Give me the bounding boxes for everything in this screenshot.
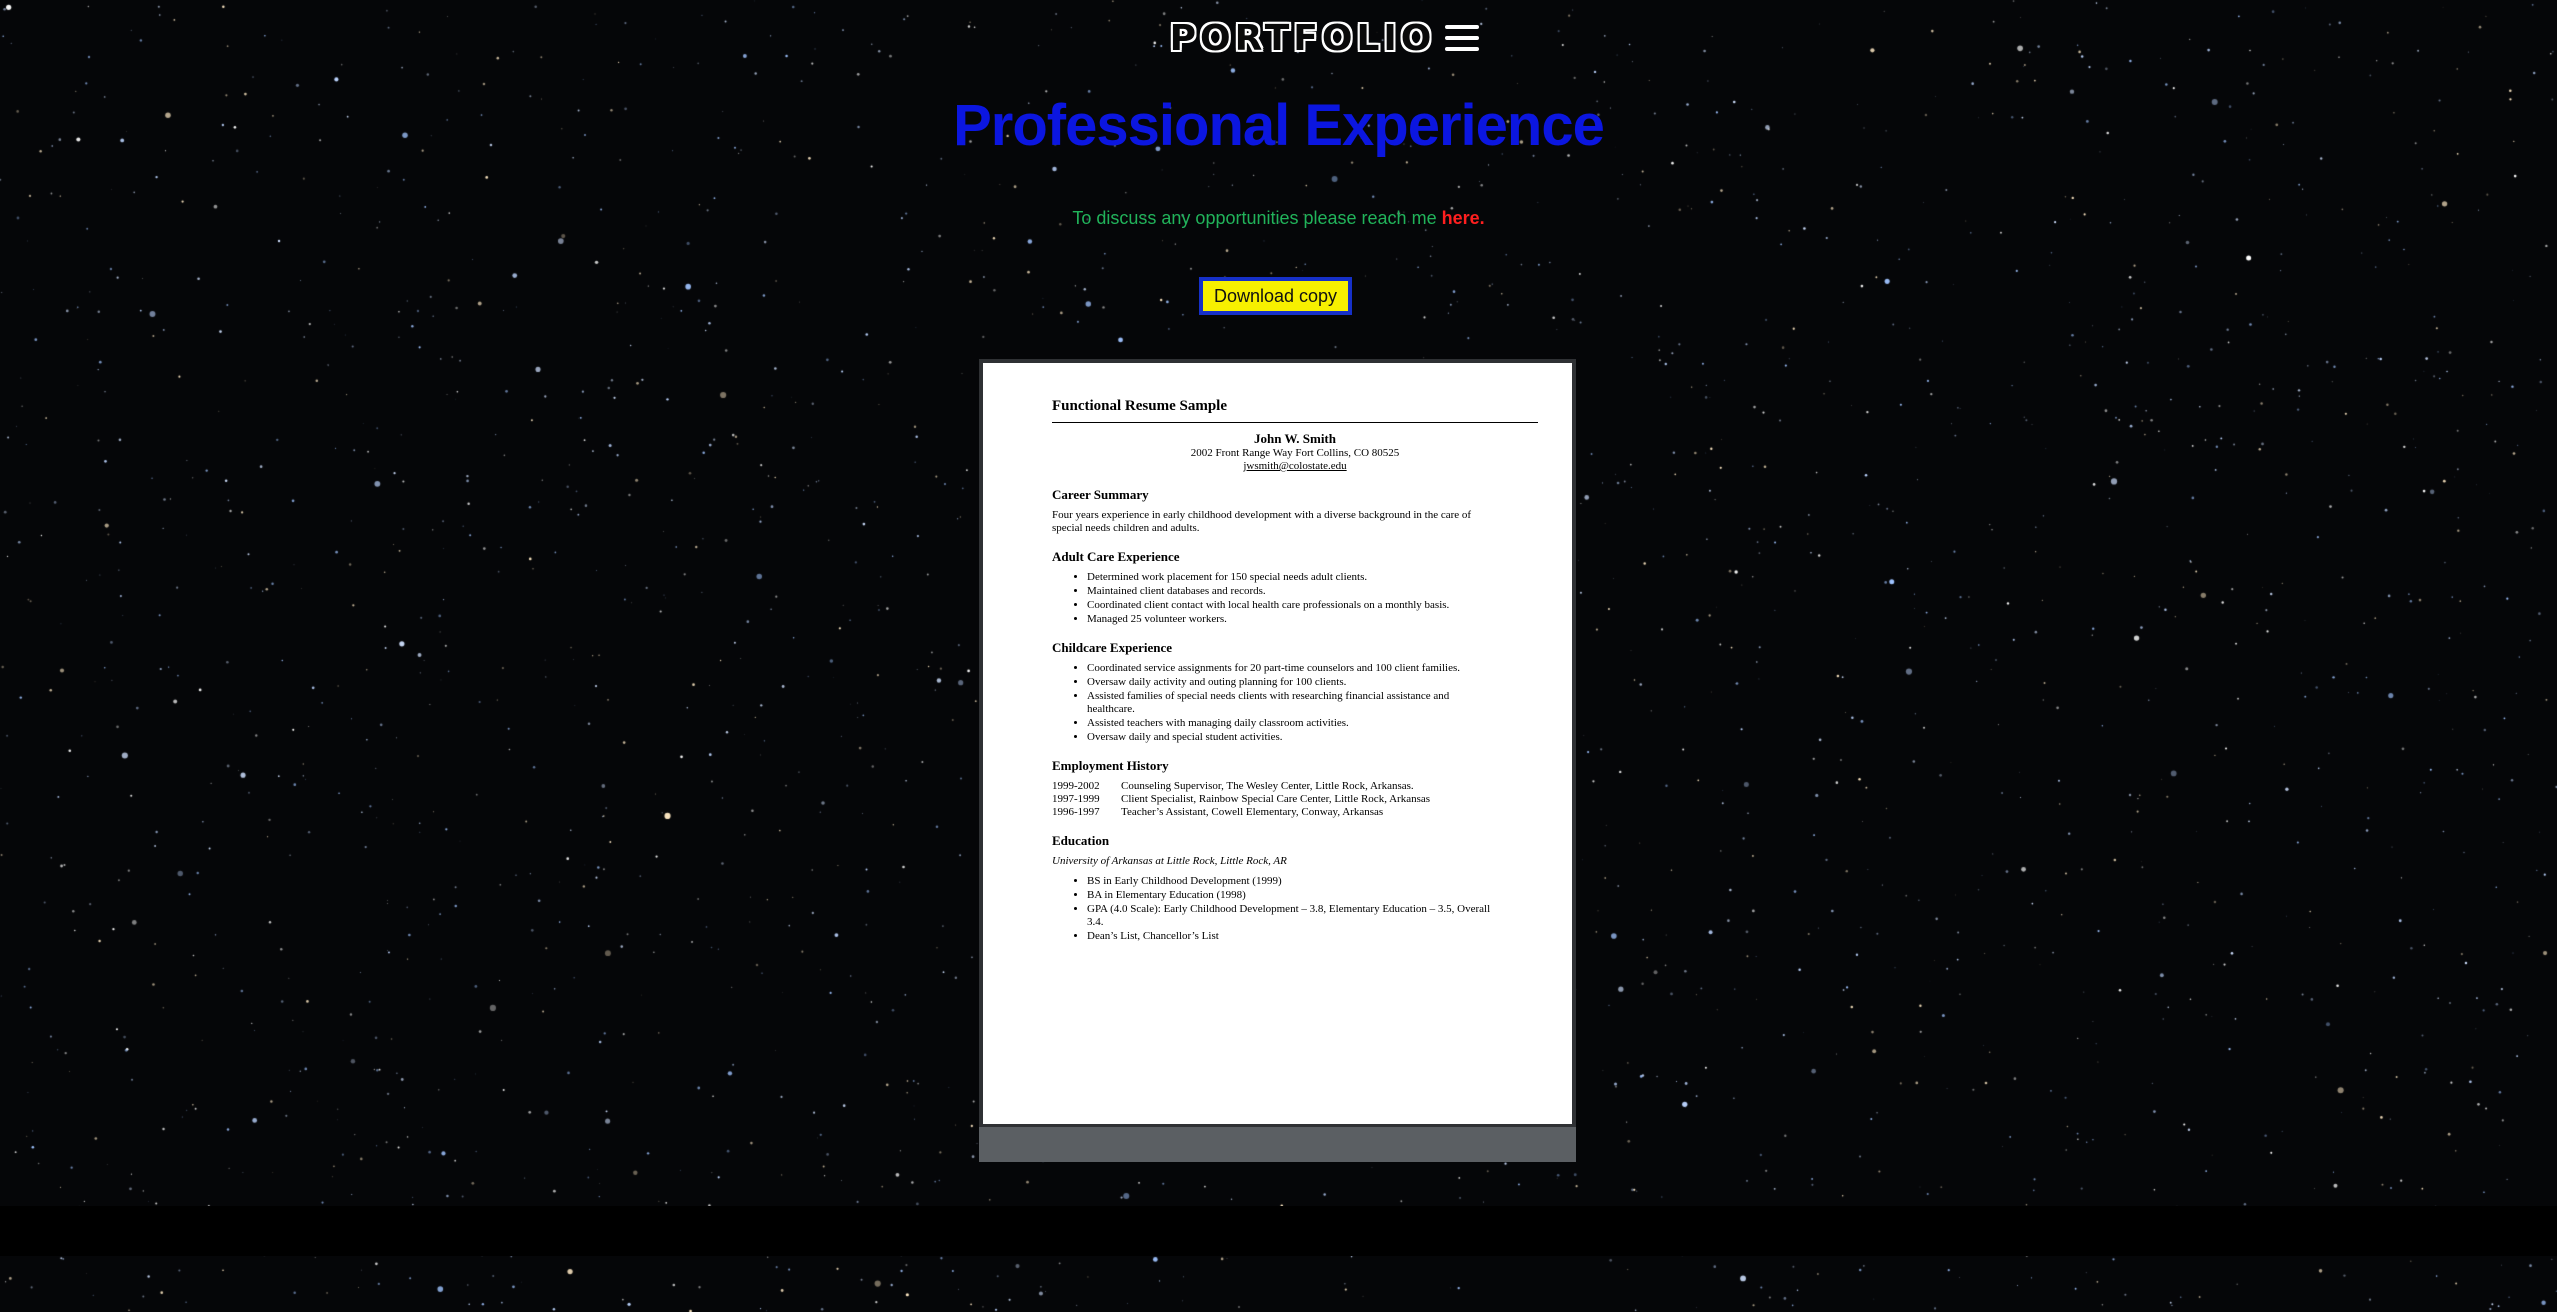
list-item: Managed 25 volunteer workers. bbox=[1087, 613, 1492, 626]
childcare-list: Coordinated service assignments for 20 p… bbox=[1052, 662, 1538, 744]
list-item: Assisted teachers with managing daily cl… bbox=[1087, 717, 1492, 730]
employment-row: 1996-1997 Teacher’s Assistant, Cowell El… bbox=[1052, 806, 1538, 819]
page-title: Professional Experience bbox=[953, 93, 1605, 158]
career-summary-heading: Career Summary bbox=[1052, 487, 1149, 502]
contact-line: To discuss any opportunities please reac… bbox=[0, 208, 2557, 229]
list-item: Assisted families of special needs clien… bbox=[1087, 690, 1492, 716]
list-item: Maintained client databases and records. bbox=[1087, 585, 1492, 598]
employment-list: 1999-2002 Counseling Supervisor, The Wes… bbox=[1052, 780, 1538, 819]
list-item: Coordinated service assignments for 20 p… bbox=[1087, 662, 1492, 675]
list-item: Oversaw daily activity and outing planni… bbox=[1087, 676, 1492, 689]
employment-role: Counseling Supervisor, The Wesley Center… bbox=[1121, 780, 1414, 792]
resume-email-line: jwsmith@colostate.edu bbox=[1052, 460, 1538, 473]
list-item: BS in Early Childhood Development (1999) bbox=[1087, 875, 1492, 888]
employment-role: Teacher’s Assistant, Cowell Elementary, … bbox=[1121, 806, 1384, 818]
employment-history-heading: Employment History bbox=[1052, 758, 1169, 773]
resume-page: Functional Resume Sample John W. Smith 2… bbox=[983, 363, 1572, 1124]
list-item: Determined work placement for 150 specia… bbox=[1087, 571, 1492, 584]
employment-row: 1999-2002 Counseling Supervisor, The Wes… bbox=[1052, 780, 1538, 793]
menu-bar-top bbox=[1445, 25, 1480, 29]
download-copy-button[interactable]: Download copy bbox=[1199, 277, 1352, 315]
title-divider bbox=[1052, 422, 1538, 423]
footer-band bbox=[0, 1206, 2557, 1256]
resume-name: John W. Smith bbox=[1253, 431, 1336, 446]
resume-title: Functional Resume Sample bbox=[1052, 398, 1228, 414]
employment-years: 1996-1997 bbox=[1052, 806, 1100, 818]
portfolio-logo[interactable]: PORTFOLIO bbox=[1170, 18, 1436, 59]
childcare-heading: Childcare Experience bbox=[1052, 640, 1172, 655]
list-item: Dean’s List, Chancellor’s List bbox=[1087, 930, 1492, 943]
education-list: BS in Early Childhood Development (1999)… bbox=[1052, 875, 1538, 943]
career-summary-text: Four years experience in early childhood… bbox=[1052, 509, 1472, 534]
education-heading: Education bbox=[1052, 833, 1110, 848]
list-item: BA in Elementary Education (1998) bbox=[1087, 889, 1492, 902]
site-header: PORTFOLIO bbox=[0, 14, 2557, 62]
menu-bar-middle bbox=[1445, 36, 1480, 40]
hamburger-menu-icon[interactable] bbox=[1445, 25, 1480, 51]
adult-care-list: Determined work placement for 150 specia… bbox=[1052, 571, 1538, 626]
contact-text: To discuss any opportunities please reac… bbox=[1072, 208, 1442, 228]
resume-email[interactable]: jwsmith@colostate.edu bbox=[1243, 460, 1346, 472]
menu-bar-bottom bbox=[1445, 47, 1480, 51]
list-item: GPA (4.0 Scale): Early Childhood Develop… bbox=[1087, 903, 1492, 929]
education-school: University of Arkansas at Little Rock, L… bbox=[1052, 855, 1287, 867]
contact-link[interactable]: here. bbox=[1442, 208, 1485, 228]
viewer-toolbar bbox=[979, 1127, 1576, 1162]
list-item: Oversaw daily and special student activi… bbox=[1087, 731, 1492, 744]
employment-years: 1999-2002 bbox=[1052, 780, 1100, 792]
list-item: Coordinated client contact with local he… bbox=[1087, 599, 1492, 612]
resume-address: 2002 Front Range Way Fort Collins, CO 80… bbox=[1190, 447, 1400, 459]
resume-viewer[interactable]: Functional Resume Sample John W. Smith 2… bbox=[979, 359, 1576, 1162]
adult-care-heading: Adult Care Experience bbox=[1052, 549, 1180, 564]
employment-role: Client Specialist, Rainbow Special Care … bbox=[1121, 793, 1431, 805]
employment-years: 1997-1999 bbox=[1052, 793, 1100, 805]
employment-row: 1997-1999 Client Specialist, Rainbow Spe… bbox=[1052, 793, 1538, 806]
